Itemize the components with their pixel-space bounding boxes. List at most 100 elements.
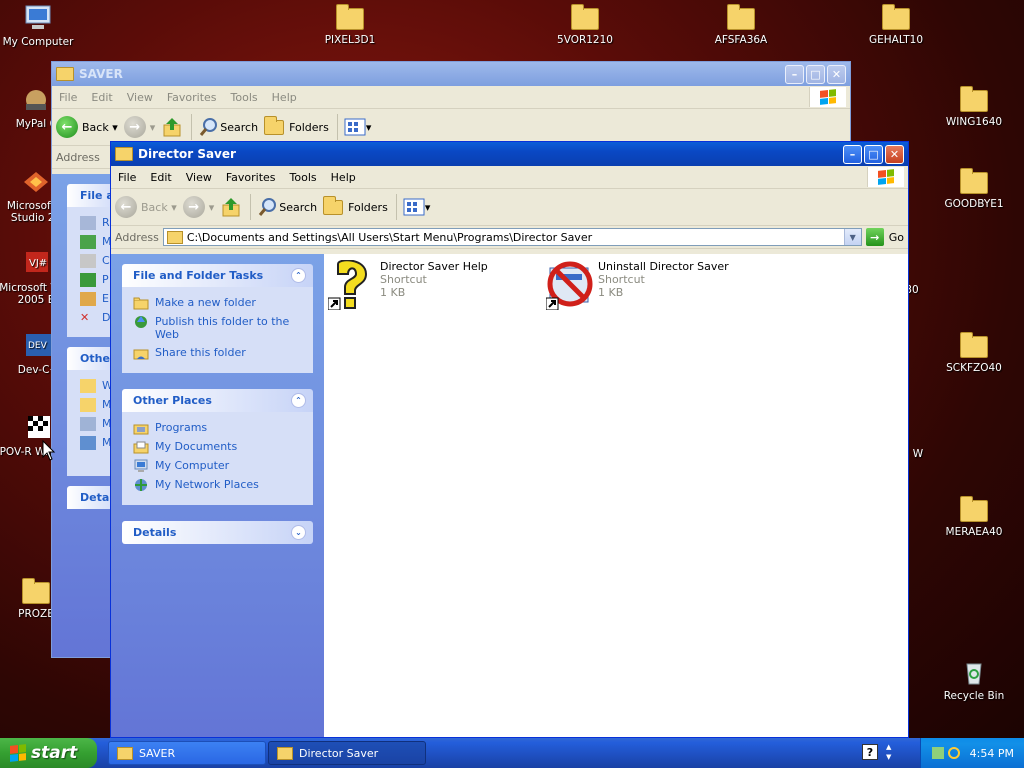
task-item[interactable]: M [80,436,110,450]
chevron-down-icon[interactable]: ⌄ [291,525,306,540]
task-item[interactable]: M [80,417,110,431]
director-saver-window[interactable]: Director Saver – □ ✕ File Edit View Favo… [110,141,909,738]
search-icon [259,198,277,216]
director-saver-titlebar[interactable]: Director Saver – □ ✕ [111,142,908,166]
address-value: C:\Documents and Settings\All Users\Star… [186,230,593,244]
taskbar-item-saver[interactable]: SAVER [108,741,266,765]
back-button[interactable]: ← Back ▾ [115,196,177,218]
start-button[interactable]: start [0,738,97,768]
panel-header[interactable]: Detai [67,486,110,509]
menu-file[interactable]: File [52,91,84,104]
task-make-new-folder[interactable]: Make a new folder [133,296,305,310]
details-header[interactable]: Details ⌄ [122,521,313,544]
mouse-cursor-icon [42,440,56,461]
computer-icon [134,459,148,472]
task-share-folder[interactable]: Share this folder [133,346,305,360]
desktop-icon-afsfa36a[interactable]: AFSFA36A [699,4,783,46]
scroll-arrows-icon[interactable]: ▲ ▼ [886,742,891,762]
address-input[interactable]: C:\Documents and Settings\All Users\Star… [162,228,862,246]
folder-icon [277,746,293,760]
taskbar-item-director-saver[interactable]: Director Saver [268,741,426,765]
views-button[interactable]: ▾ [403,198,430,216]
close-button[interactable]: ✕ [885,144,904,164]
folder-icon [960,168,988,194]
back-button[interactable]: ← Back ▾ [56,116,118,138]
desktop-icon-wing1640[interactable]: WING1640 [932,86,1016,128]
menu-edit[interactable]: Edit [143,171,178,184]
menu-bar: File Edit View Favorites Tools Help [111,166,908,189]
desktop-icon-5vor1210[interactable]: 5VOR1210 [543,4,627,46]
menu-favorites[interactable]: Favorites [160,91,224,104]
task-item[interactable]: M [80,235,110,249]
panel-body: R M C P E ✕ D [67,207,110,337]
details-panel: Details ⌄ [122,521,313,544]
search-button[interactable]: Search [257,196,317,218]
folder-icon [960,86,988,112]
chevron-up-icon[interactable]: ⌃ [291,268,306,283]
task-item[interactable]: P [80,273,110,287]
forward-button[interactable]: → ▾ [182,196,214,218]
saver-titlebar[interactable]: SAVER – □ ✕ [52,62,850,86]
task-item[interactable]: W [80,379,110,393]
menu-favorites[interactable]: Favorites [219,171,283,184]
task-item[interactable]: M [80,398,110,412]
forward-button[interactable]: → ▾ [123,116,155,138]
task-item[interactable]: ✕ D [80,311,110,325]
task-item[interactable]: E [80,292,110,306]
menu-file[interactable]: File [111,171,143,184]
menu-help[interactable]: Help [265,91,304,104]
file-uninstall-director-saver[interactable]: Uninstall Director Saver Shortcut 1 KB [546,260,729,310]
up-folder-button[interactable] [161,116,183,138]
folders-button[interactable]: Folders [323,195,388,215]
task-item[interactable]: R [80,216,110,230]
menu-view[interactable]: View [120,91,160,104]
desktop-icon-sckfzo40[interactable]: SCKFZO40 [932,332,1016,374]
search-tray-icon[interactable] [947,747,960,759]
task-pane: File and Folder Tasks ⌃ Make a new folde… [111,254,324,737]
search-button[interactable]: Search [198,116,258,138]
help-tray-icon[interactable]: ? [862,744,878,760]
place-my-documents[interactable]: My Documents [133,440,305,454]
folders-button[interactable]: Folders [264,115,329,135]
views-button[interactable]: ▾ [344,118,371,136]
desktop-icon-meraea40[interactable]: MERAEA40 [932,496,1016,538]
minimize-button[interactable]: – [843,144,862,164]
file-folder-tasks-header[interactable]: File and Folder Tasks ⌃ [122,264,313,287]
file-list-area[interactable]: Director Saver Help Shortcut 1 KB Uninst… [324,254,908,737]
file-name: Director Saver Help [380,260,488,273]
menu-tools[interactable]: Tools [283,171,324,184]
maximize-button[interactable]: □ [864,144,883,164]
menu-edit[interactable]: Edit [84,91,119,104]
folder-icon [882,4,910,30]
maximize-button[interactable]: □ [806,64,825,84]
panel-header[interactable]: Other [67,347,110,370]
desktop-icon-gehalt10[interactable]: GEHALT10 [854,4,938,46]
other-places-header[interactable]: Other Places ⌃ [122,389,313,412]
system-tray: 4:54 PM [920,738,1024,768]
task-publish-folder-web[interactable]: Publish this folder to the Web [133,315,305,341]
chevron-up-icon[interactable]: ⌃ [291,393,306,408]
panel-body: W M M M [67,370,110,476]
desktop-icon-my-computer[interactable]: My Computer [0,4,80,48]
minimize-button[interactable]: – [785,64,804,84]
place-my-network-places[interactable]: My Network Places [133,478,305,492]
menu-view[interactable]: View [179,171,219,184]
menu-help[interactable]: Help [324,171,363,184]
go-button[interactable]: → Go [865,228,904,246]
place-programs[interactable]: Programs [133,421,305,435]
forward-arrow-icon: → [182,196,205,218]
place-my-computer[interactable]: My Computer [133,459,305,473]
task-item[interactable]: C [80,254,110,268]
desktop-icon-pixel3d1[interactable]: PIXEL3D1 [308,4,392,46]
desktop-icon-recycle-bin[interactable]: Recycle Bin [932,658,1016,702]
folders-icon [264,115,285,135]
up-folder-button[interactable] [220,196,242,218]
menu-tools[interactable]: Tools [224,91,265,104]
network-tray-icon[interactable] [931,747,944,759]
clock[interactable]: 4:54 PM [970,747,1014,760]
desktop-icon-goodbye1[interactable]: GOODBYE1 [932,168,1016,210]
panel-header[interactable]: File a [67,184,110,207]
file-director-saver-help[interactable]: Director Saver Help Shortcut 1 KB [328,260,488,310]
chevron-down-icon[interactable]: ▼ [843,229,861,245]
close-button[interactable]: ✕ [827,64,846,84]
